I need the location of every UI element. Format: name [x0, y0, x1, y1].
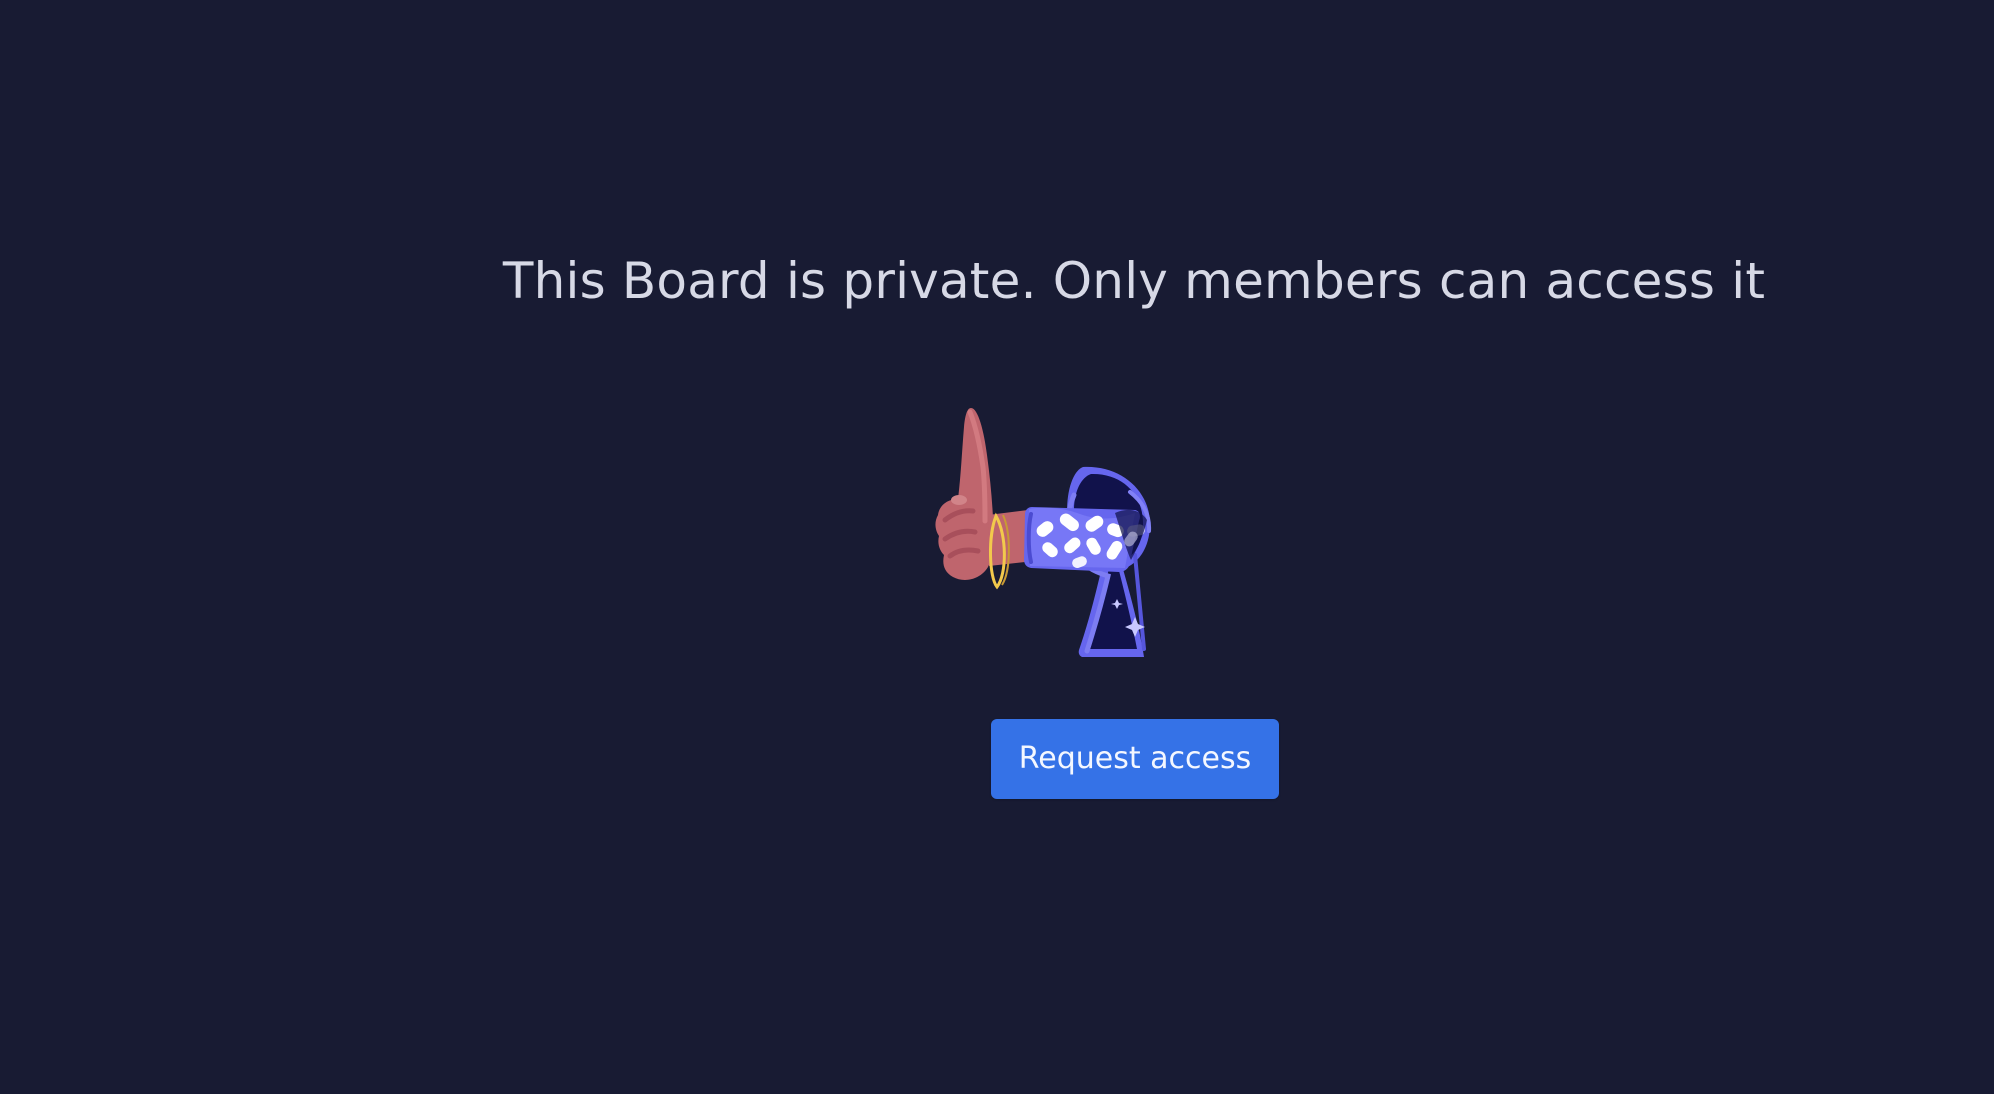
private-board-illustration: [935, 408, 1152, 657]
page-title: This Board is private. Only members can …: [502, 252, 1766, 310]
hand-icon: [935, 408, 1034, 590]
sleeve-icon: [1024, 507, 1147, 572]
private-board-page: This Board is private. Only members can …: [0, 0, 1994, 1094]
request-access-button[interactable]: Request access: [991, 719, 1279, 799]
